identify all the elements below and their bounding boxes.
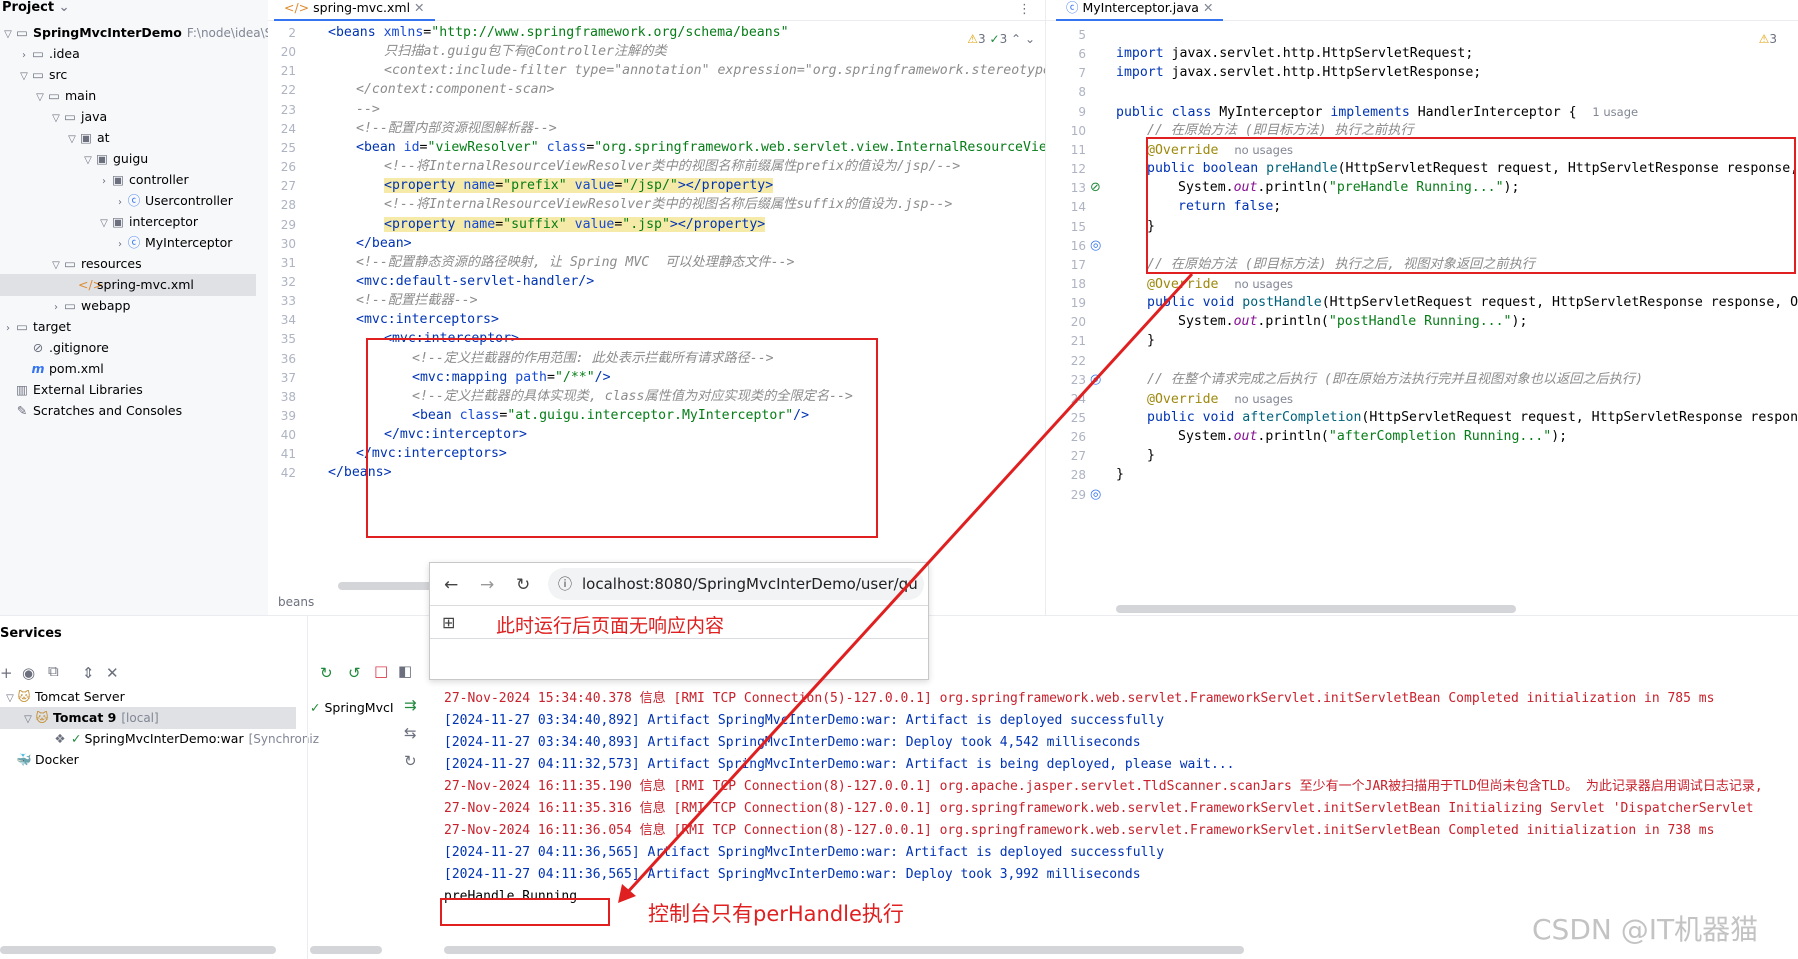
- arrow-line: [624, 272, 1194, 896]
- watermark: CSDN @IT机器猫: [1532, 913, 1759, 946]
- annotation-arrow: [618, 272, 1194, 903]
- console-annotation: 控制台只有perHandle执行: [648, 902, 904, 926]
